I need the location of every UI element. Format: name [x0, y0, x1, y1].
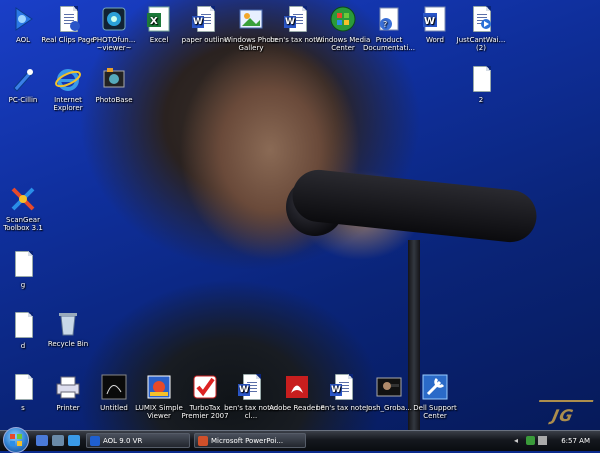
scangear-toolbox-icon [8, 184, 38, 214]
file-d-icon [8, 310, 38, 340]
windows-photo-gallery-icon [236, 4, 266, 34]
desktop-icon-label: 2 [478, 96, 484, 104]
lumix-simple-viewer-icon [144, 372, 174, 402]
pc-cillin-icon [8, 64, 38, 94]
taskbar-button-label: AOL 9.0 VR [103, 437, 143, 445]
tray-volume-icon[interactable] [538, 436, 547, 445]
desktop-icon-label: Dell Support Center [413, 404, 457, 420]
desktop-icon-file-2[interactable]: 2 [450, 64, 512, 104]
quick-launch-switch-windows-icon[interactable] [52, 435, 64, 446]
taskbar-clock[interactable]: 6:57 AM [561, 437, 590, 445]
file-g-icon [8, 249, 38, 279]
desktop-icon-label: PhotoBase [95, 96, 133, 104]
justcantwait-icon [466, 4, 496, 34]
svg-text:W: W [424, 16, 435, 27]
photobase-icon [99, 64, 129, 94]
desktop-icon-label: ScanGear Toolbox 3.1 [3, 216, 43, 232]
internet-explorer-icon [53, 64, 83, 94]
system-tray: ◂ 6:57 AM [510, 433, 598, 448]
desktop-icon-photobase[interactable]: PhotoBase [83, 64, 145, 104]
product-documentation-icon: ? [374, 4, 404, 34]
josh-groban-icon [374, 372, 404, 402]
printer-icon [53, 372, 83, 402]
desktop-icon-label: g [20, 281, 26, 289]
svg-text:X: X [150, 16, 158, 27]
windows-media-center-icon [328, 4, 358, 34]
windows-logo-icon [10, 434, 22, 446]
desktop-icon-label: JustCantWai... (2) [456, 36, 506, 52]
dell-support-center-icon [420, 372, 450, 402]
quick-launch-show-desktop-icon[interactable] [36, 435, 48, 446]
turbotax-premier-icon [190, 372, 220, 402]
taskbar-button-label: Microsoft PowerPoi... [211, 437, 284, 445]
start-button[interactable] [3, 427, 29, 453]
paper-outline-icon: W [190, 4, 220, 34]
photofunia-viewer-icon [99, 4, 129, 34]
excel-icon: X [144, 4, 174, 34]
wallpaper-watermark-logo: JG [532, 400, 594, 432]
tray-expand-icon[interactable]: ◂ [514, 436, 523, 445]
aol-icon [8, 4, 38, 34]
tray-network-icon[interactable] [526, 436, 535, 445]
taskbar-button-powerpoint[interactable]: Microsoft PowerPoi... [194, 433, 306, 448]
svg-text:?: ? [383, 20, 387, 29]
powerpoint-task-icon [198, 436, 208, 446]
bens-tax-notes-2-icon: W [328, 372, 358, 402]
adobe-reader-icon [282, 372, 312, 402]
aol-task-icon [90, 436, 100, 446]
quick-launch-internet-explorer-icon[interactable] [68, 435, 80, 446]
desktop-icon-file-g[interactable]: g [0, 249, 54, 289]
desktop-icon-scangear-toolbox[interactable]: ScanGear Toolbox 3.1 [0, 184, 54, 232]
real-clips-page-icon [53, 4, 83, 34]
desktop-icon-recycle-bin[interactable]: Recycle Bin [37, 308, 99, 348]
bens-tax-notes-icon: W [282, 4, 312, 34]
file-blank-icon [8, 372, 38, 402]
desktop-icon-dell-support-center[interactable]: Dell Support Center [404, 372, 466, 420]
file-2-icon [466, 64, 496, 94]
untitled-icon [99, 372, 129, 402]
desktop-icon-justcantwait[interactable]: JustCantWai... (2) [450, 4, 512, 52]
bens-tax-notes-cl-icon: W [236, 372, 266, 402]
taskbar: AOL 9.0 VR Microsoft PowerPoi... ◂ 6:57 … [0, 427, 600, 453]
word-icon: W [420, 4, 450, 34]
recycle-bin-icon [53, 308, 83, 338]
desktop-icon-label: Recycle Bin [47, 340, 89, 348]
taskbar-button-aol[interactable]: AOL 9.0 VR [86, 433, 190, 448]
